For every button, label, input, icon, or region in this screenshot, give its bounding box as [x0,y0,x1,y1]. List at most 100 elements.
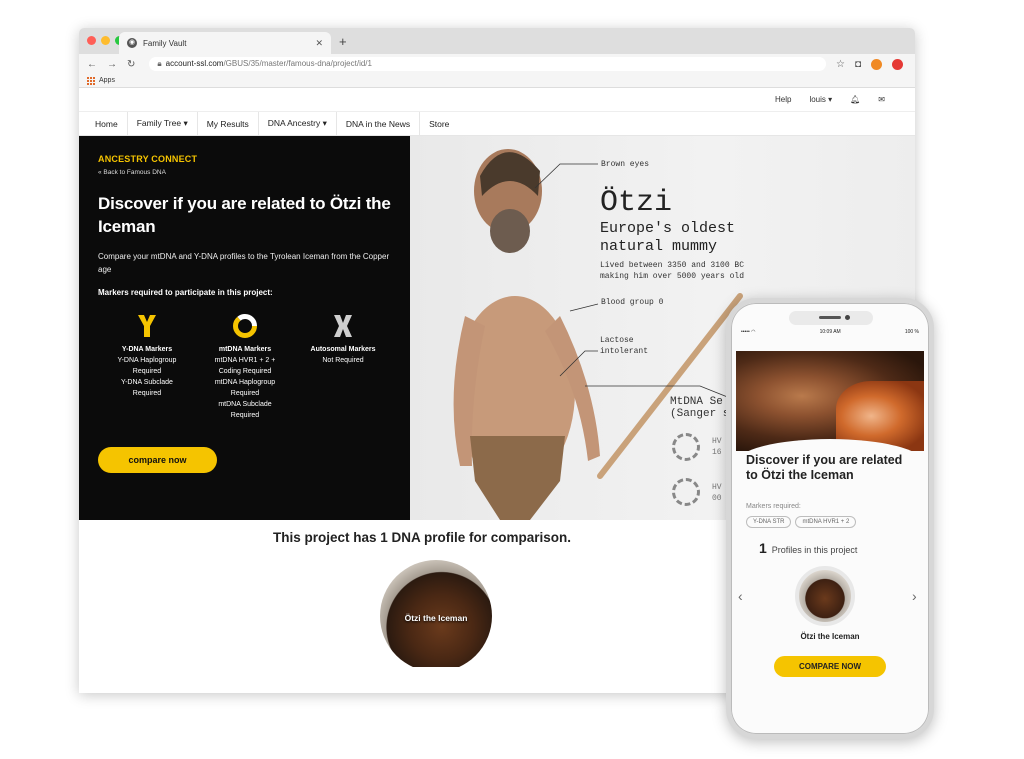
main-nav: Home Family Tree ▾ My Results DNA Ancest… [79,111,915,136]
profile-count-label: Profiles in this project [771,545,858,555]
phone-markers-label: Markers required: [746,503,801,510]
blood-group-label: Blood group 0 [601,298,664,307]
url-path: /GBUS/35/master/famous-dna/project/id/1 [223,59,372,68]
marker-line: Required [230,390,260,397]
nav-family-tree[interactable]: Family Tree ▾ [137,118,188,129]
nav-my-results[interactable]: My Results [207,119,249,129]
hvr2-gauge-icon [672,478,700,506]
markers-list: Y-DNA Markers Y-DNA Haplogroup Required … [98,313,392,421]
forward-icon[interactable]: → [107,59,117,70]
user-menu[interactable]: louis ▾ [809,95,832,104]
apps-bookmark[interactable]: Apps [99,75,115,87]
signal-icon: ••••• ◠ [741,329,756,335]
profile-avatar-icon[interactable] [871,58,882,70]
browser-titlebar: ◉ Family Vault ✕ + [79,28,915,54]
otzi-name: Ötzi [600,186,673,220]
mail-icon[interactable]: ✉ [878,95,885,104]
chevron-left-icon[interactable]: ‹ [738,588,743,604]
tab-title: Family Vault [143,38,187,48]
marker-line: Y-DNA Subclade [121,379,173,386]
phone-status-bar: ••••• ◠ 10:09 AM 100 % [741,329,919,335]
markers-heading: Markers required to participate in this … [98,288,273,297]
gauge-line: 00 [712,494,722,503]
marker-ydna: Y-DNA Markers Y-DNA Haplogroup Required … [98,313,196,421]
marker-line: Coding Required [218,368,272,375]
nav-store[interactable]: Store [429,119,449,129]
mtdna-sequence-label: MtDNA Se (Sanger s [670,396,729,420]
phone-profile-name: Ötzi the Iceman [800,632,860,641]
help-link[interactable]: Help [775,95,791,104]
gauge-line: HV [712,483,722,492]
otzi-dates: Lived between 3350 and 3100 BC making hi… [600,260,744,282]
back-to-famous-dna-link[interactable]: « Back to Famous DNA [98,169,392,176]
hero-title: Discover if you are related to Ötzi the … [98,194,391,236]
lactose-line: intolerant [600,347,649,356]
phone-battery: 100 % [904,329,919,335]
phone-title: Discover if you are related to Ötzi the … [746,453,903,482]
phone-notch [789,311,873,325]
bookmarks-bar: Apps [79,74,915,88]
new-tab-icon[interactable]: + [339,34,347,49]
hero-panel: ANCESTRY CONNECT « Back to Famous DNA Di… [79,136,410,520]
reload-icon[interactable]: ↻ [127,59,135,70]
marker-line: mtDNA Haplogroup [214,379,276,386]
x-chromosome-icon [294,313,392,339]
compare-now-button[interactable]: compare now [98,447,217,473]
nav-home[interactable]: Home [95,119,118,129]
utility-nav: Help louis ▾ 🔔︎ ✉ [79,88,915,112]
marker-title: Autosomal Markers [310,346,376,353]
mtdna-line: MtDNA Se [670,396,723,408]
extension-icon[interactable] [892,58,903,70]
phone-profile-avatar[interactable] [795,566,855,626]
notifications-bell-icon[interactable]: 🔔︎ [850,95,860,104]
marker-pill: Y-DNA STR [746,516,792,528]
camera-icon[interactable]: ◘ [855,59,861,70]
phone-mockup: ••••• ◠ 10:09 AM 100 % Discover if you a… [726,298,934,739]
bookmark-star-icon[interactable]: ☆ [836,59,845,70]
phone-profile-count: 1 Profiles in this project [759,540,857,556]
marker-line: Not Required [322,357,364,364]
minimize-window-button[interactable] [101,36,110,45]
favicon-icon: ◉ [127,38,137,48]
marker-mtdna: mtDNA Markers mtDNA HVR1 + 2 + Coding Re… [196,313,294,421]
otzi-subtitle: Europe's oldest natural mummy [600,220,735,256]
nav-dna-ancestry[interactable]: DNA Ancestry ▾ [268,118,327,129]
back-icon[interactable]: ← [87,59,97,70]
nav-dna-in-the-news[interactable]: DNA in the News [346,119,410,129]
gauge-line: 16 [712,448,722,457]
close-tab-icon[interactable]: ✕ [315,38,323,49]
otzi-dates-line: making him over 5000 years old [600,272,745,281]
chevron-right-icon[interactable]: › [912,588,917,604]
url-host: account-ssl.com [165,59,224,68]
marker-title: Y-DNA Markers [121,346,173,353]
marker-line: mtDNA Subclade [218,401,272,408]
marker-line: Required [132,368,162,375]
otzi-subtitle-line: natural mummy [600,238,718,255]
lactose-line: Lactose [600,336,634,345]
profiles-heading: This project has 1 DNA profile for compa… [273,530,572,545]
browser-tab[interactable]: ◉ Family Vault ✕ [119,32,331,54]
marker-line: Required [230,412,260,419]
address-bar-row: ← → ↻ 🔒︎ account-ssl.com/GBUS/35/master/f… [79,54,915,74]
profile-count-number: 1 [759,540,767,556]
phone-hero-image [736,351,924,463]
close-window-button[interactable] [87,36,96,45]
marker-line: Y-DNA Haplogroup [117,357,177,364]
marker-line: Required [132,390,162,397]
hvr2-label: HV 00 [712,482,722,504]
mtdna-line: (Sanger s [670,408,730,420]
mtdna-ring-icon [196,313,294,339]
hero-description: Compare your mtDNA and Y-DNA profiles to… [98,252,390,274]
otzi-subtitle-line: Europe's oldest [600,220,736,237]
apps-grid-icon[interactable] [87,76,95,85]
lactose-label: Lactose intolerant [600,335,648,357]
otzi-profile-card[interactable]: Ötzi the Iceman [380,560,492,667]
y-chromosome-icon [98,313,196,339]
phone-compare-now-button[interactable]: COMPARE NOW [774,656,886,677]
hvr1-gauge-icon [672,433,700,461]
marker-autosomal: Autosomal Markers Not Required [294,313,392,421]
lock-icon: 🔒︎ [157,59,162,68]
otzi-dates-line: Lived between 3350 and 3100 BC [600,261,745,270]
marker-title: mtDNA Markers [218,346,272,353]
url-input[interactable]: 🔒︎ account-ssl.com/GBUS/35/master/famous-… [149,57,826,71]
